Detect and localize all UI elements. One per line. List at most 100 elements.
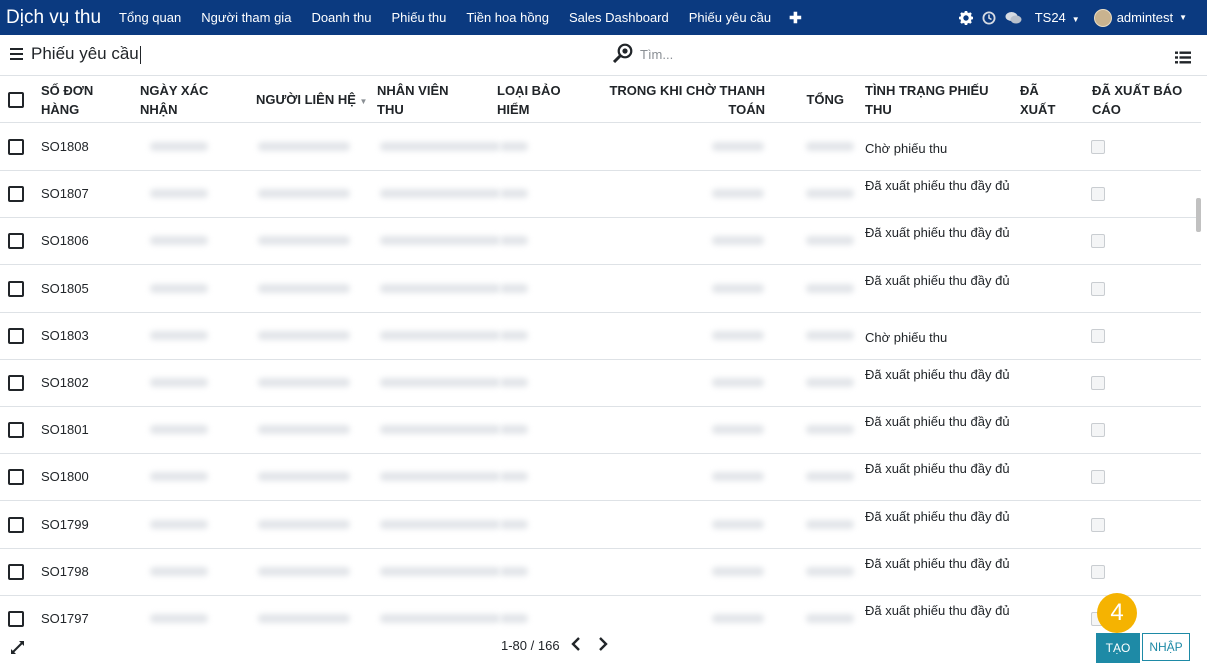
order-number: SO1802 [41, 375, 89, 390]
header-insurance[interactable]: Loại bảo hiểm [497, 81, 561, 119]
redacted-cell [712, 236, 764, 246]
row-checkbox[interactable] [8, 233, 24, 250]
chevron-left-icon[interactable] [571, 637, 581, 654]
redacted-cell [258, 378, 350, 387]
row-checkbox[interactable] [8, 186, 24, 203]
table-row[interactable]: SO1802 Đã xuất phiếu thu đầy đủ [0, 359, 1201, 407]
order-number: SO1807 [41, 186, 89, 202]
import-button[interactable]: NHẬP [1142, 633, 1190, 661]
receipt-status: Đã xuất phiếu thu đầy đủ [865, 367, 1010, 382]
reported-checkbox [1091, 281, 1105, 296]
top-navbar: Dịch vụ thu Tổng quan Người tham gia Doa… [0, 0, 1207, 35]
table-row[interactable]: SO1807 Đã xuất phiếu thu đầy đủ [0, 170, 1201, 219]
redacted-cell [500, 425, 528, 435]
redacted-cell [380, 614, 500, 623]
redacted-cell [150, 236, 208, 246]
list-view-icon[interactable] [1175, 51, 1191, 67]
row-checkbox[interactable] [8, 422, 24, 439]
redacted-cell [258, 566, 350, 576]
redacted-cell [712, 472, 764, 482]
redacted-cell [150, 472, 208, 482]
main-menu: Tổng quan Người tham gia Doanh thu Phiếu… [109, 9, 810, 27]
redacted-cell [150, 330, 208, 340]
pager-value[interactable]: 1-80 / 166 [501, 638, 560, 653]
select-all-checkbox[interactable] [8, 92, 24, 108]
clock-icon[interactable] [982, 11, 996, 25]
redacted-cell [500, 566, 528, 576]
chevron-right-icon[interactable] [598, 637, 608, 654]
header-staff[interactable]: Nhân viên thu [377, 81, 449, 119]
footer-bar: 1-80 / 166 TẠO NHẬP [0, 630, 1207, 667]
row-checkbox[interactable] [8, 327, 24, 344]
create-button[interactable]: TẠO [1096, 633, 1140, 663]
header-reported[interactable]: Đã xuất báo cáo [1092, 81, 1182, 119]
receipt-status: Đã xuất phiếu thu đầy đủ [865, 414, 1010, 430]
menu-item-sales-dashboard[interactable]: Sales Dashboard [559, 10, 679, 25]
redacted-cell [712, 283, 764, 293]
chevron-down-icon: ▼ [1179, 13, 1187, 22]
order-number: SO1806 [41, 233, 89, 249]
company-switcher[interactable]: TS24 ▼ [1035, 10, 1080, 25]
table-row[interactable]: SO1797 Đã xuất phiếu thu đầy đủ [0, 595, 1201, 630]
header-order[interactable]: Số đơn hàng [41, 81, 93, 119]
table-row[interactable]: SO1800 Đã xuất phiếu thu đầy đủ [0, 453, 1201, 502]
table-row[interactable]: SO1808 Chờ phiếu thu [0, 123, 1201, 171]
header-exported[interactable]: Đã xuất [1020, 81, 1055, 119]
row-checkbox[interactable] [8, 139, 24, 155]
row-checkbox[interactable] [8, 563, 24, 580]
table-row[interactable]: SO1798 Đã xuất phiếu thu đầy đủ [0, 548, 1201, 596]
menu-item-commission[interactable]: Tiền hoa hồng [456, 10, 559, 25]
row-checkbox[interactable] [8, 516, 24, 533]
redacted-cell [500, 283, 528, 293]
menu-item-revenue[interactable]: Doanh thu [301, 10, 381, 25]
redacted-cell [150, 425, 208, 435]
redacted-cell [258, 614, 350, 623]
order-number: SO1797 [41, 611, 89, 626]
breadcrumb: Phiếu yêu cầu [31, 44, 141, 64]
table-row[interactable]: SO1799 Đã xuất phiếu thu đầy đủ [0, 501, 1201, 549]
header-contact[interactable]: Người liên hệ ▼ [256, 90, 367, 111]
search-input[interactable]: Tìm... [640, 47, 673, 62]
header-pending[interactable]: Trong khi chờ thanh toán [600, 81, 765, 119]
sort-caret-icon: ▼ [359, 97, 368, 106]
table-row[interactable]: SO1801 Đã xuất phiếu thu đầy đủ [0, 406, 1201, 455]
redacted-cell [380, 519, 500, 529]
header-confirm-date[interactable]: Ngày xác nhận [140, 81, 208, 119]
chat-icon[interactable] [1005, 11, 1022, 25]
row-checkbox[interactable] [8, 469, 24, 486]
plus-icon[interactable]: ✚ [781, 9, 810, 27]
redacted-cell [712, 425, 764, 435]
search-icon [612, 43, 634, 66]
menu-item-participants[interactable]: Người tham gia [191, 10, 301, 25]
company-name: TS24 [1034, 10, 1066, 25]
menu-item-overview[interactable]: Tổng quan [109, 10, 191, 25]
scrollbar[interactable] [1196, 198, 1201, 232]
row-checkbox[interactable] [8, 611, 24, 627]
table-row[interactable]: SO1805 Đã xuất phiếu thu đầy đủ [0, 265, 1201, 313]
header-status[interactable]: Tình trạng phiếu thu [865, 81, 989, 119]
search-box[interactable]: Tìm... [612, 43, 673, 66]
table-row[interactable]: SO1806 Đã xuất phiếu thu đầy đủ [0, 217, 1201, 266]
user-name: admintest [1116, 10, 1174, 25]
redacted-cell [258, 519, 350, 529]
list-table: Số đơn hàng Ngày xác nhận Người liên hệ ▼ … [0, 76, 1201, 630]
order-number: SO1800 [41, 469, 89, 485]
order-number: SO1801 [41, 422, 89, 438]
header-total[interactable]: Tổng [780, 90, 844, 109]
redacted-cell [380, 283, 500, 293]
receipt-status: Đã xuất phiếu thu đầy đủ [865, 461, 1010, 477]
gear-icon[interactable] [958, 10, 973, 25]
menu-item-requests[interactable]: Phiếu yêu cầu [679, 10, 781, 25]
row-checkbox[interactable] [8, 280, 24, 297]
app-brand[interactable]: Dịch vụ thu [0, 7, 109, 29]
redacted-cell [712, 378, 764, 387]
hamburger-icon[interactable] [10, 48, 23, 63]
menu-item-receipts[interactable]: Phiếu thu [381, 10, 456, 25]
row-checkbox[interactable] [8, 375, 24, 391]
expand-icon[interactable] [10, 640, 25, 658]
user-menu[interactable]: admintest ▼ [1093, 8, 1187, 27]
redacted-cell [380, 236, 500, 246]
order-number: SO1808 [41, 139, 89, 154]
receipt-status: Đã xuất phiếu thu đầy đủ [865, 225, 1010, 241]
table-row[interactable]: SO1803 Chờ phiếu thu [0, 312, 1201, 360]
